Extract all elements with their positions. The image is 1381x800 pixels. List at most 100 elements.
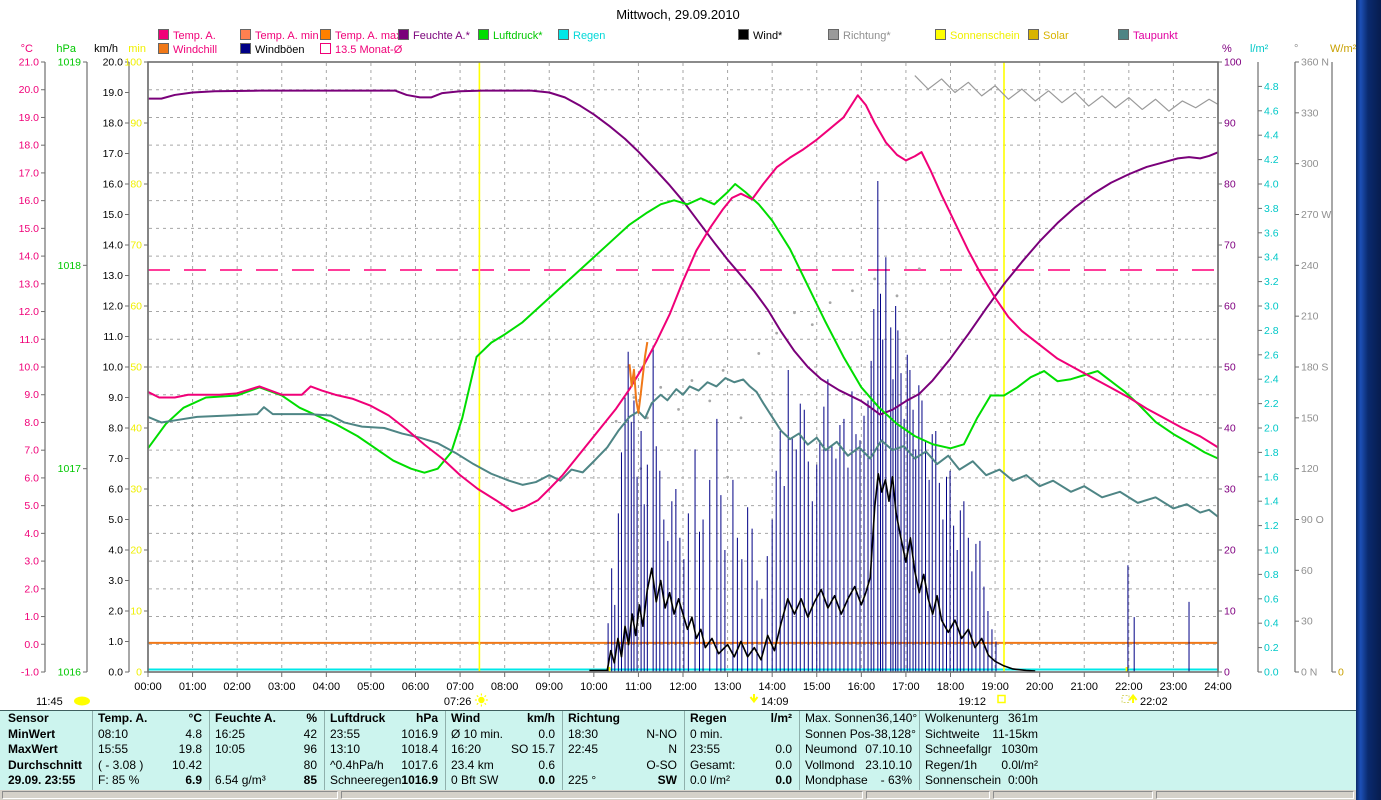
pressure-axis-header: hPa: [56, 43, 76, 55]
svg-text:0.4: 0.4: [1264, 618, 1279, 630]
svg-text:1019: 1019: [58, 57, 82, 69]
svg-text:20.0: 20.0: [103, 57, 124, 69]
cell-label: Temp. A.: [98, 711, 148, 725]
svg-text:3.6: 3.6: [1264, 227, 1279, 239]
svg-text:21:00: 21:00: [1070, 681, 1098, 693]
table-column-wind: Wind km/h Ø 10 min. 0.0 16:20 SO 15.7 23.4 km 0…: [445, 711, 560, 791]
svg-text:4.0: 4.0: [1264, 179, 1279, 191]
cell-value: 0.0l/m²: [1001, 757, 1038, 772]
cell-value: 1016.9: [401, 726, 438, 741]
svg-text:0 N: 0 N: [1301, 667, 1317, 679]
cell-label: Mondphase: [805, 773, 868, 788]
svg-text:1.0: 1.0: [108, 636, 123, 648]
svg-text:0.2: 0.2: [1264, 642, 1279, 654]
svg-text:10: 10: [1224, 606, 1236, 618]
cell-value: 36,140°: [875, 711, 917, 725]
cell-value: 1018.4: [401, 742, 438, 757]
cell-label: 15:55: [98, 742, 129, 757]
svg-text:300: 300: [1301, 158, 1319, 170]
cell-label: 6.54 g/m³: [215, 773, 266, 788]
svg-text:0.0: 0.0: [24, 639, 39, 651]
cell-label: MinWert: [8, 726, 56, 741]
sun-icon: [474, 693, 488, 707]
cell-label: 10:05: [215, 742, 246, 757]
svg-text:07:00: 07:00: [446, 681, 474, 693]
svg-text:19.0: 19.0: [103, 87, 124, 99]
table-column-luftdruck: Luftdruck hPa 23:55 1016.9 13:10 1018.4 ^0.4hP…: [324, 711, 443, 791]
svg-text:70: 70: [1224, 240, 1236, 252]
cell-value: N: [668, 742, 677, 757]
svg-text:80: 80: [130, 179, 142, 191]
svg-text:09:00: 09:00: [535, 681, 563, 693]
cell-label: 13:10: [330, 742, 361, 757]
cell-label: 225 °: [568, 773, 597, 788]
svg-text:40: 40: [1224, 423, 1236, 435]
status-bar: [0, 790, 1356, 800]
cell-value: 0.0: [538, 726, 555, 741]
svg-text:13.0: 13.0: [103, 270, 124, 282]
table-column-temp-a-: Temp. A. °C 08:10 4.8 15:55 19.8 ( - 3.08 ) 10.…: [92, 711, 207, 791]
svg-text:02:00: 02:00: [223, 681, 251, 693]
cell-label: Regen/1h: [925, 757, 978, 772]
svg-text:210: 210: [1301, 311, 1319, 323]
moonrise-marker: 22:02: [1140, 696, 1168, 708]
svg-text:3.4: 3.4: [1264, 252, 1279, 264]
svg-text:2.0: 2.0: [24, 583, 39, 595]
svg-text:40: 40: [130, 423, 142, 435]
window-frame-right: [1356, 0, 1381, 800]
svg-text:8.0: 8.0: [24, 417, 39, 429]
svg-text:90: 90: [1224, 118, 1236, 130]
cell-label: 29.09. 23:55: [8, 773, 76, 788]
weather-chart: -1.0 0.0 1.0 2.0 3.0 4.0 5.0 6.0 7.0 8.0 9.0 10.0 11…: [0, 0, 1381, 717]
cell-value: 23.10.10: [865, 757, 912, 772]
sunset-square-icon: [997, 694, 1006, 704]
table-column-regen: Regen l/m² 0 min. 23:55 0.0 Gesamt: 0.0 0.0 l/m…: [684, 711, 797, 791]
sunshine-axis-header: min: [128, 43, 146, 55]
chart-svg: -1.0 0.0 1.0 2.0 3.0 4.0 5.0 6.0 7.0 8.0 9.0 10.0 11…: [19, 43, 1357, 708]
svg-text:50: 50: [130, 362, 142, 374]
time-axis: 00:00 01:00 02:00 03:00 04:00 05:00 06:00 07:00…: [134, 672, 1232, 693]
table-column-richtung: Richtung 18:30 N-NO 22:45 N O-SO 225 ° SW: [562, 711, 682, 791]
svg-text:4.8: 4.8: [1264, 81, 1279, 93]
svg-text:80: 80: [1224, 179, 1236, 191]
cell-value: 361m: [1007, 711, 1038, 725]
statusbar-panel-3: [866, 791, 990, 799]
left-time-marker: 11:45: [36, 696, 63, 708]
svg-text:12.0: 12.0: [103, 301, 124, 313]
cell-label: Durchschnitt: [8, 757, 83, 772]
cell-label: ( - 3.08 ): [98, 757, 144, 772]
cell-value: 0:00h: [1007, 773, 1038, 788]
cell-value: 0.0: [538, 773, 555, 788]
svg-text:1018: 1018: [58, 260, 82, 272]
cell-label: Wind: [451, 711, 481, 725]
svg-text:4.2: 4.2: [1264, 154, 1279, 166]
svg-text:19.0: 19.0: [19, 112, 40, 124]
svg-text:0.0: 0.0: [108, 667, 123, 679]
statusbar-panel-1: [2, 791, 338, 799]
table-info-column-2: Wolkenunterg 361m Sichtweite 11-15km Schneef…: [919, 711, 1043, 791]
direction-dots: [614, 267, 921, 479]
series-direction-trace: [914, 75, 1219, 112]
svg-text:05:00: 05:00: [357, 681, 385, 693]
svg-text:18.0: 18.0: [103, 118, 124, 130]
svg-text:6.0: 6.0: [108, 484, 123, 496]
cell-label: 16:20: [451, 742, 482, 757]
svg-text:2.4: 2.4: [1264, 374, 1279, 386]
svg-text:11:00: 11:00: [625, 681, 652, 693]
cell-value: -38,128°: [870, 726, 916, 741]
cell-value: 1016.9: [401, 773, 439, 788]
svg-text:10: 10: [130, 606, 142, 618]
svg-text:20: 20: [1224, 545, 1236, 557]
svg-text:60: 60: [130, 301, 142, 313]
svg-text:180 S: 180 S: [1301, 362, 1328, 374]
cell-value: 0.0: [775, 773, 792, 788]
cell-label: Max. Sonnen: [805, 711, 876, 725]
svg-text:0: 0: [136, 667, 142, 679]
cell-label: 18:30: [568, 726, 599, 741]
cell-value: N-NO: [646, 726, 677, 741]
svg-text:24:00: 24:00: [1204, 681, 1232, 693]
svg-text:0.0: 0.0: [1264, 667, 1279, 679]
cell-value: 0.6: [538, 757, 555, 772]
cell-value: 42: [303, 726, 317, 741]
cell-label: Sonnen Pos: [805, 726, 871, 741]
